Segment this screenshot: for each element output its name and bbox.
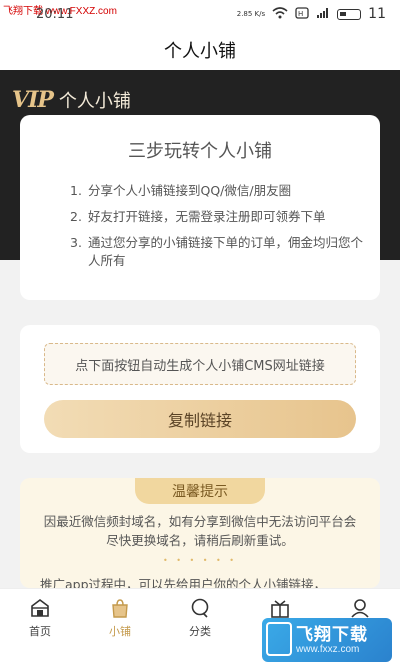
network-speed: 2.85 K/s [236, 9, 266, 18]
svg-text:H: H [298, 10, 303, 18]
download-badge-url: www.fxxz.com [296, 644, 360, 655]
battery-icon [337, 8, 362, 20]
link-hint-text: 点下面按钮自动生成个人小铺CMS网址链接 [75, 358, 325, 374]
page-title: 个人小铺 [164, 41, 236, 62]
tips-paragraph-2: 推广app过程中，可以先给用户你的个人小铺链接， [40, 577, 327, 588]
link-hint-box: 点下面按钮自动生成个人小铺CMS网址链接 [44, 343, 356, 385]
download-badge-text: 飞翔下载 [296, 625, 368, 644]
tips-paragraph-1: 因最近微信频封域名，如有分享到微信中无法访问平台会尽快更换域名，请稍后刷新重试。 [43, 514, 357, 548]
category-chat-icon [189, 597, 211, 619]
user-icon [349, 597, 371, 619]
nav-item-home[interactable]: 首页 [15, 597, 65, 639]
tips-title: 温馨提示 [135, 478, 265, 504]
step-number: 2. [70, 209, 82, 224]
home-icon [29, 597, 51, 619]
tips-divider-dots: • • • • • • [162, 556, 238, 565]
vip-logo: VIP [12, 87, 54, 113]
step-number: 1. [70, 183, 82, 198]
signal-icon [316, 7, 330, 22]
nav-item-shop[interactable]: 小铺 [95, 597, 145, 639]
nav-item-category[interactable]: 分类 [175, 597, 225, 639]
step-text: 通过您分享的小铺链接下单的订单，佣金均归您个人所有 [88, 235, 364, 268]
gift-icon [269, 597, 291, 619]
step-text: 好友打开链接，无需登录注册即可领券下单 [88, 209, 326, 224]
tips-card: 温馨提示 因最近微信频封域名，如有分享到微信中无法访问平台会尽快更换域名，请稍后… [20, 478, 380, 588]
page-title-bar: 个人小铺 [0, 30, 400, 70]
hero-title: 个人小铺 [58, 91, 131, 112]
download-logo-icon [266, 622, 292, 656]
steps-card: 三步玩转个人小铺 1. 分享个人小铺链接到QQ/微信/朋友圈 2. 好友打开链接… [20, 115, 380, 300]
nav-label-home: 首页 [29, 625, 51, 638]
step-item: 2. 好友打开链接，无需登录注册即可领券下单 [70, 208, 365, 226]
hd-icon: H [295, 6, 309, 22]
status-indicators: 2.85 K/s H 11 [237, 6, 386, 22]
nav-label-shop: 小铺 [109, 625, 131, 638]
wifi-icon [272, 6, 288, 22]
hero-heading: VIP 个人小铺 [12, 87, 131, 113]
step-item: 1. 分享个人小铺链接到QQ/微信/朋友圈 [70, 182, 365, 200]
step-text: 分享个人小铺链接到QQ/微信/朋友圈 [88, 183, 292, 198]
steps-title: 三步玩转个人小铺 [128, 141, 272, 162]
step-item: 3. 通过您分享的小铺链接下单的订单，佣金均归您个人所有 [70, 234, 365, 270]
status-bar: 飞翔下载 www.FXXZ.com 20:11 2.85 K/s H 11 [0, 0, 400, 30]
copy-link-button[interactable]: 复制链接 [44, 400, 356, 438]
steps-list: 1. 分享个人小铺链接到QQ/微信/朋友圈 2. 好友打开链接，无需登录注册即可… [70, 182, 365, 278]
status-time: 20:11 [36, 7, 74, 22]
link-card: 点下面按钮自动生成个人小铺CMS网址链接 复制链接 [20, 325, 380, 453]
battery-level: 11 [368, 6, 386, 22]
step-number: 3. [70, 235, 82, 250]
shop-bag-icon [109, 597, 131, 619]
nav-label-category: 分类 [189, 625, 211, 638]
